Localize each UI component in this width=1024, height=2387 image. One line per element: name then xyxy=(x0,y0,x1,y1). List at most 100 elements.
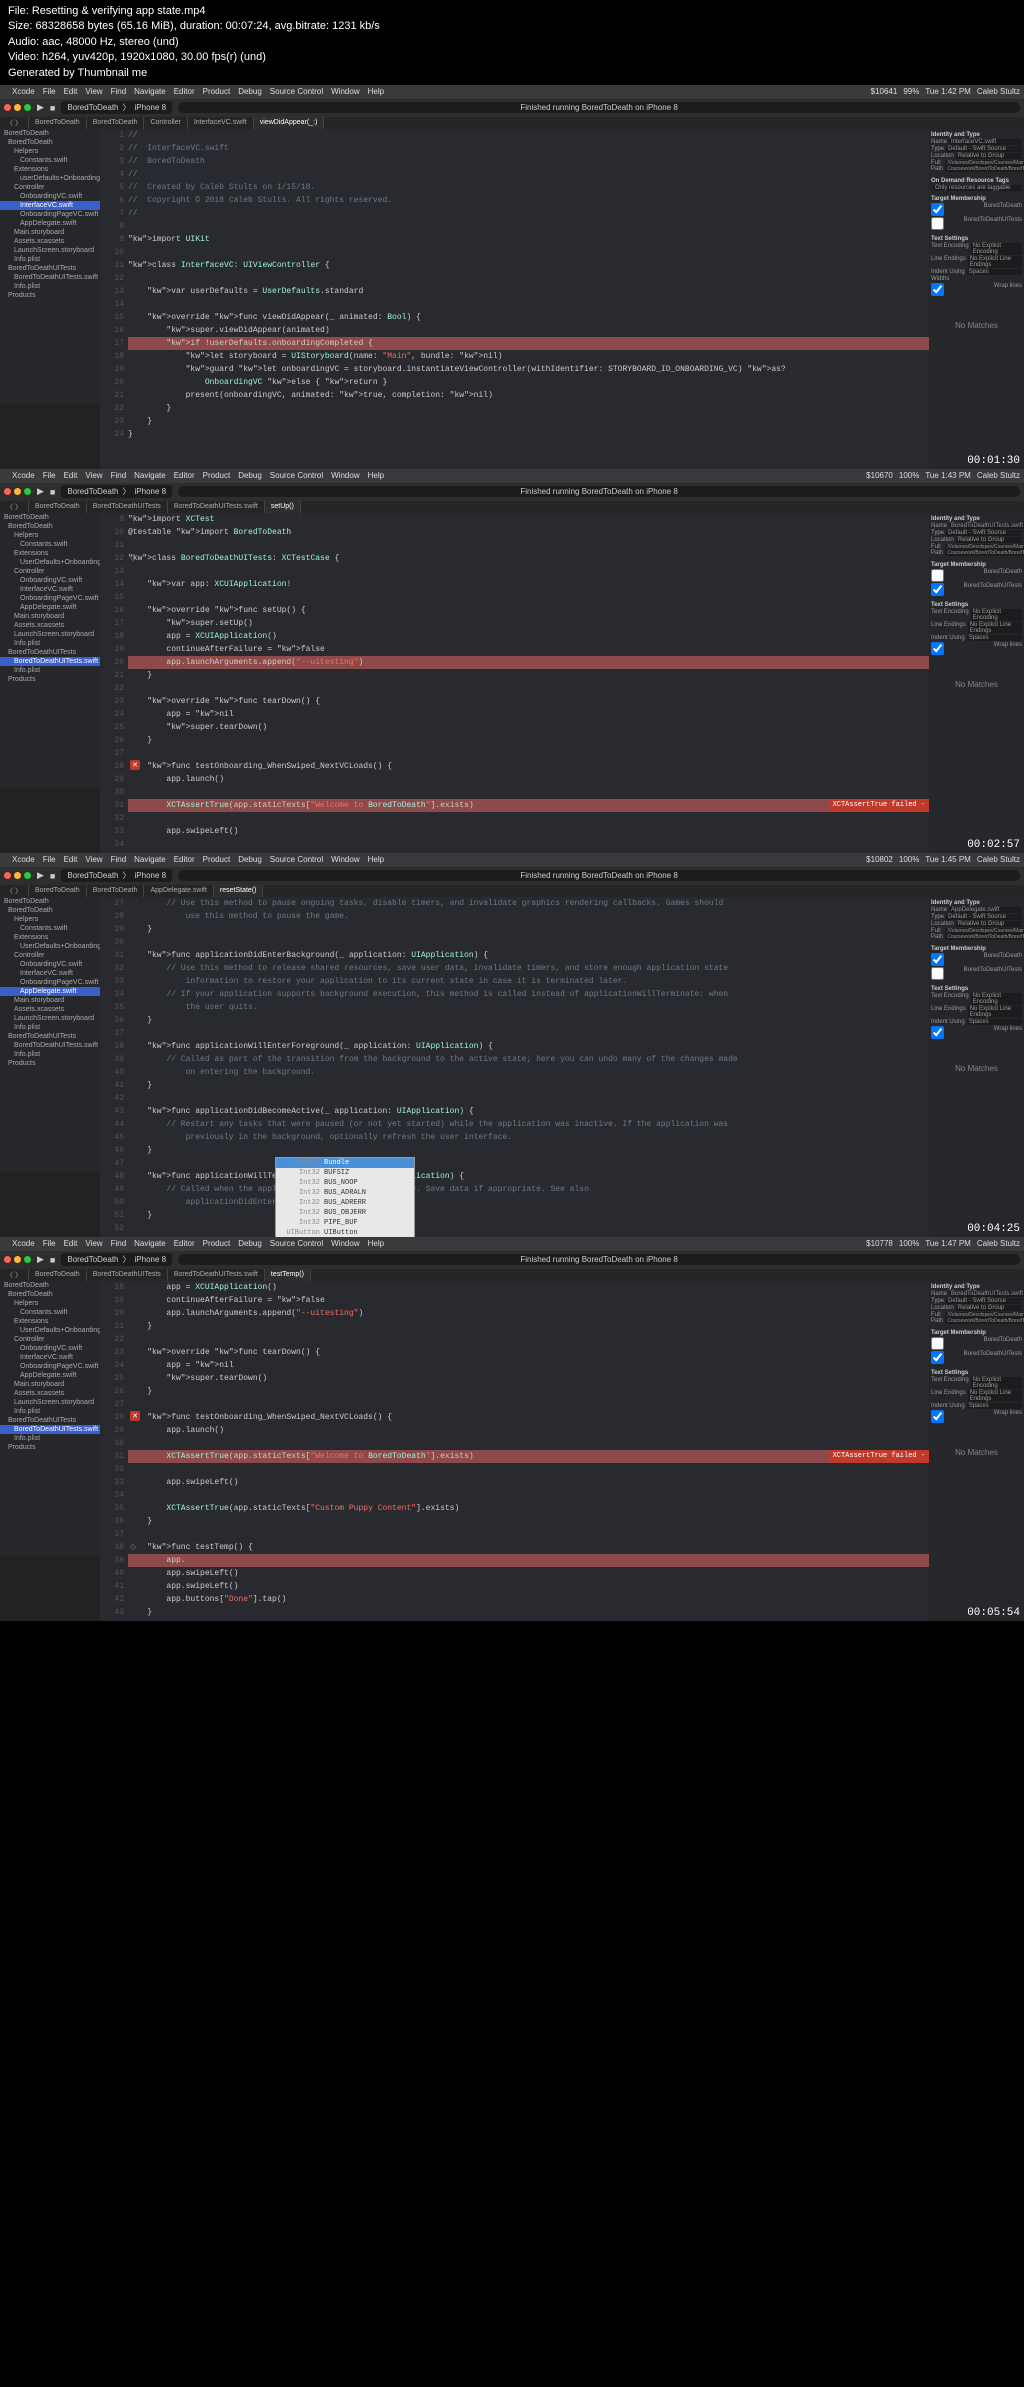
crumb[interactable]: BoredToDeathUITests.swift xyxy=(168,501,265,513)
zoom-window[interactable] xyxy=(24,872,31,879)
menu-help[interactable]: Help xyxy=(368,471,384,480)
close-window[interactable] xyxy=(4,872,11,879)
sidebar-item[interactable]: Constants.swift xyxy=(0,540,100,549)
sidebar-item[interactable]: Main.storyboard xyxy=(0,996,100,1005)
sidebar-item[interactable]: AppDelegate.swift xyxy=(0,987,100,996)
crumb[interactable]: setUp() xyxy=(265,501,301,513)
sidebar-item[interactable]: Helpers xyxy=(0,147,100,156)
sidebar-item[interactable]: BoredToDeathUITests xyxy=(0,1416,100,1425)
sidebar-item[interactable]: InterfaceVC.swift xyxy=(0,201,100,210)
zoom-window[interactable] xyxy=(24,104,31,111)
menu-product[interactable]: Product xyxy=(203,87,231,96)
sidebar-item[interactable]: Products xyxy=(0,291,100,300)
sidebar-item[interactable]: OnboardingPageVC.swift xyxy=(0,594,100,603)
scheme-selector[interactable]: BoredToDeath〉iPhone 8 xyxy=(61,485,172,498)
menu-source-control[interactable]: Source Control xyxy=(270,471,323,480)
crumb-file[interactable]: InterfaceVC.swift xyxy=(188,117,254,129)
line-endings-field[interactable]: No Explicit Line Endings xyxy=(968,256,1022,268)
nav-back[interactable]: 〈 〉 xyxy=(0,117,29,129)
sidebar-item[interactable]: Main.storyboard xyxy=(0,228,100,237)
source-editor[interactable]: 1//2// InterfaceVC.swift3// BoredToDeath… xyxy=(100,129,929,469)
sidebar-item[interactable]: BoredToDeathUITests xyxy=(0,264,100,273)
sidebar-item[interactable]: Controller xyxy=(0,183,100,192)
nav-back[interactable]: 〈 〉 xyxy=(0,885,29,897)
menu-file[interactable]: File xyxy=(43,471,56,480)
nav-back[interactable]: 〈 〉 xyxy=(0,1269,29,1281)
sidebar-item[interactable]: Extensions xyxy=(0,165,100,174)
run-button[interactable]: ▶ xyxy=(37,870,44,881)
user-name[interactable]: Caleb Stultz xyxy=(977,87,1020,96)
sidebar-item[interactable]: Products xyxy=(0,1059,100,1068)
sidebar-item[interactable]: Main.storyboard xyxy=(0,612,100,621)
run-button[interactable]: ▶ xyxy=(37,102,44,113)
sidebar-item[interactable]: Info.plist xyxy=(0,1023,100,1032)
user-name[interactable]: Caleb Stultz xyxy=(977,471,1020,480)
source-editor[interactable]: 27 // Use this method to pause ongoing t… xyxy=(100,897,929,1237)
sidebar-item[interactable]: LaunchScreen.storyboard xyxy=(0,1398,100,1407)
stop-button[interactable]: ■ xyxy=(50,487,55,497)
file-type-field[interactable]: Default - Swift Source xyxy=(946,530,1022,536)
clock[interactable]: Tue 1:42 PM xyxy=(925,87,971,96)
menu-view[interactable]: View xyxy=(85,87,102,96)
scheme-selector[interactable]: BoredToDeath 〉 iPhone 8 xyxy=(61,101,172,114)
sidebar-item[interactable]: AppDelegate.swift xyxy=(0,1371,100,1380)
sidebar-item[interactable]: BoredToDeath xyxy=(0,897,100,906)
crumb[interactable]: BoredToDeath xyxy=(29,885,87,897)
sidebar-item[interactable]: BoredToDeathUITests.swift xyxy=(0,1041,100,1050)
sidebar-item[interactable]: LaunchScreen.storyboard xyxy=(0,246,100,255)
sidebar-item[interactable]: InterfaceVC.swift xyxy=(0,1353,100,1362)
close-window[interactable] xyxy=(4,488,11,495)
sidebar-item[interactable]: BoredToDeathUITests.swift xyxy=(0,657,100,666)
sidebar-item[interactable]: BoredToDeathUITests xyxy=(0,648,100,657)
sidebar-item[interactable]: Extensions xyxy=(0,1317,100,1326)
wrap-checkbox[interactable] xyxy=(931,283,944,296)
sidebar-item[interactable]: UserDefaults+Onboarding.swift xyxy=(0,1326,100,1335)
autocomplete-item[interactable]: BundleBundle xyxy=(276,1158,414,1168)
sidebar-item[interactable]: LaunchScreen.storyboard xyxy=(0,630,100,639)
app-menu[interactable]: Xcode xyxy=(12,87,35,96)
scheme-selector[interactable]: BoredToDeath〉iPhone 8 xyxy=(61,869,172,882)
sidebar-item[interactable]: AppDelegate.swift xyxy=(0,219,100,228)
crumb[interactable]: BoredToDeathUITests.swift xyxy=(168,1269,265,1281)
run-button[interactable]: ▶ xyxy=(37,486,44,497)
sidebar-item[interactable]: Info.plist xyxy=(0,282,100,291)
crumb[interactable]: BoredToDeathUITests xyxy=(87,1269,168,1281)
sidebar-item[interactable]: OnboardingVC.swift xyxy=(0,960,100,969)
sidebar-item[interactable]: OnboardingPageVC.swift xyxy=(0,1362,100,1371)
autocomplete-item[interactable]: UIButtonUIButton xyxy=(276,1228,414,1237)
crumb[interactable]: AppDelegate.swift xyxy=(144,885,213,897)
sidebar-item[interactable]: OnboardingVC.swift xyxy=(0,576,100,585)
sidebar-item[interactable]: Constants.swift xyxy=(0,1308,100,1317)
scheme-selector[interactable]: BoredToDeath〉iPhone 8 xyxy=(61,1253,172,1266)
menu-find[interactable]: Find xyxy=(111,87,127,96)
app-menu[interactable]: Xcode xyxy=(12,471,35,480)
sidebar-item[interactable]: BoredToDeath xyxy=(0,1281,100,1290)
menu-navigate[interactable]: Navigate xyxy=(134,87,166,96)
target-checkbox[interactable] xyxy=(931,569,944,582)
file-type-field[interactable]: Default - Swift Source xyxy=(946,146,1022,152)
target-checkbox[interactable] xyxy=(931,953,944,966)
wrap-checkbox[interactable] xyxy=(931,642,944,655)
sidebar-item[interactable]: BoredToDeathUITests.swift xyxy=(0,273,100,282)
menu-file[interactable]: File xyxy=(43,87,56,96)
sidebar-item[interactable]: Info.plist xyxy=(0,1050,100,1059)
sidebar-item[interactable]: Assets.xcassets xyxy=(0,1389,100,1398)
menu-find[interactable]: Find xyxy=(111,471,127,480)
wrap-checkbox[interactable] xyxy=(931,1410,944,1423)
menu-debug[interactable]: Debug xyxy=(238,471,262,480)
sidebar-item[interactable]: OnboardingPageVC.swift xyxy=(0,210,100,219)
menu-edit[interactable]: Edit xyxy=(64,87,78,96)
autocomplete-item[interactable]: Int32BUFSIZ xyxy=(276,1168,414,1178)
sidebar-item[interactable]: OnboardingVC.swift xyxy=(0,192,100,201)
crumb[interactable]: BoredToDeath xyxy=(29,1269,87,1281)
target-checkbox[interactable] xyxy=(931,583,944,596)
bitcoin-ticker[interactable]: $10670 xyxy=(866,471,893,480)
encoding-field[interactable]: No Explicit Encoding xyxy=(971,243,1022,255)
close-window[interactable] xyxy=(4,104,11,111)
menu-navigate[interactable]: Navigate xyxy=(134,471,166,480)
target-checkbox[interactable] xyxy=(931,203,944,216)
sidebar-item[interactable]: UserDefaults+Onboarding.swift xyxy=(0,942,100,951)
menu-debug[interactable]: Debug xyxy=(238,87,262,96)
stop-button[interactable]: ■ xyxy=(50,871,55,881)
file-name-field[interactable]: BoredToDeathUITests.swift xyxy=(949,1291,1024,1297)
